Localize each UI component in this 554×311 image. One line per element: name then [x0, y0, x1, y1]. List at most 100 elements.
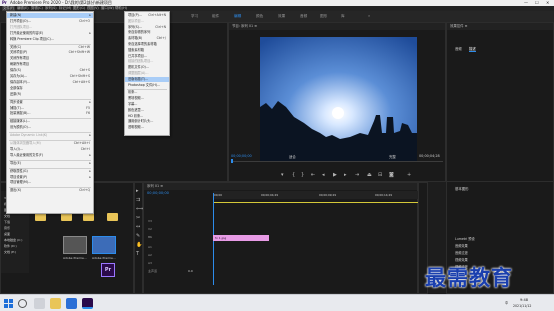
hand-tool-icon[interactable]: ✋ — [136, 243, 142, 248]
effects-item[interactable]: Lumetri 预设 — [455, 236, 475, 241]
tree-item[interactable]: 音乐 — [4, 226, 10, 230]
file-menu-item[interactable]: 打开最近使用的内容(E) ▸ — [7, 31, 93, 36]
workspace-libraries[interactable]: 库 — [341, 14, 345, 19]
file-menu-item[interactable]: Adobe Dynamic Link(K) ▸ — [7, 133, 93, 138]
workspace-more-icon[interactable]: » — [368, 14, 370, 18]
file-menu-item[interactable]: 从媒体浏览器导入(M) Ctrl+Alt+I — [7, 141, 93, 146]
browser-icon[interactable] — [66, 298, 77, 309]
folder-icon[interactable] — [61, 213, 72, 221]
step-back-icon[interactable]: ◂ — [322, 173, 325, 178]
export-frame-icon[interactable]: ◙ — [389, 173, 394, 178]
timeline-clip[interactable]: fx 1.jpg — [213, 235, 269, 241]
new-submenu-item[interactable]: 序列(S)... Ctrl+N — [125, 25, 169, 30]
tab-audio[interactable]: 音频 — [455, 46, 462, 51]
file-menu-item[interactable]: 导入(I)... Ctrl+I — [7, 147, 93, 152]
workspace-effects[interactable]: 效果 — [278, 14, 285, 19]
file-menu-item[interactable]: 设为脱机(O)... — [7, 125, 93, 130]
file-menu-item[interactable]: 另存为(A)... Ctrl+Shift+S — [7, 74, 93, 79]
new-submenu-item[interactable]: 字幕... — [125, 102, 169, 107]
workspace-assembly[interactable]: 组件 — [212, 14, 219, 19]
new-submenu-item[interactable]: 颜色遮罩... — [125, 108, 169, 113]
workspace-editing[interactable]: 编辑 — [234, 14, 241, 19]
effects-item[interactable]: 音频过渡 — [455, 250, 468, 255]
file-menu-item[interactable]: 打开项目(O)... Ctrl+O — [7, 19, 93, 24]
track-header-a2[interactable]: A2 — [148, 253, 216, 258]
file-explorer-icon[interactable] — [50, 298, 61, 309]
file-menu-item[interactable]: 批量捕捉(B)... F6 — [7, 111, 93, 116]
file-menu-item[interactable]: 项目设置(P) ▸ — [7, 175, 93, 180]
scrub-bar[interactable] — [231, 161, 443, 162]
file-menu-item[interactable]: 全部保存 — [7, 86, 93, 91]
playhead[interactable] — [231, 159, 233, 163]
new-submenu-item[interactable]: 透明视频... — [125, 125, 169, 130]
file-menu-item[interactable]: 保存(S) Ctrl+S — [7, 68, 93, 73]
task-view-icon[interactable] — [34, 298, 45, 309]
tree-item[interactable]: 本地磁盘 (C:) — [4, 238, 22, 242]
new-submenu-item[interactable]: 彩条... — [125, 90, 169, 95]
new-submenu-item[interactable]: 调整图层(A)... — [125, 71, 169, 76]
file-menu-item[interactable]: 同步设置 ▸ — [7, 100, 93, 105]
premiere-taskbar-icon[interactable] — [82, 298, 93, 309]
pen-tool-icon[interactable]: ✎ — [136, 234, 140, 239]
file-menu-item[interactable]: 新建(N) ▸ — [7, 13, 93, 18]
type-tool-icon[interactable]: T — [136, 252, 139, 257]
tree-item[interactable]: 桌面 — [4, 232, 10, 236]
new-submenu-item[interactable]: 来自选择项的素材箱 — [125, 42, 169, 47]
track-header-v1[interactable]: V1 — [148, 235, 216, 240]
clock-date[interactable]: 2021/11/12 — [513, 304, 531, 308]
track-header-v2[interactable]: V2 — [148, 227, 216, 232]
selection-tool-icon[interactable]: ▸ — [136, 189, 139, 194]
file-menu-item[interactable]: 项目管理(M)... — [7, 180, 93, 185]
track-header-a1[interactable]: A1 — [148, 245, 216, 250]
file-menu-item[interactable]: 还原(R) — [7, 92, 93, 97]
extract-icon[interactable]: ⊟ — [378, 173, 382, 178]
folder-icon[interactable] — [35, 213, 46, 221]
time-ruler[interactable]: 00;00 00;00;04;29 00;00;09;29 00;00;14;2… — [213, 191, 419, 199]
master-volume[interactable]: 0.0 — [188, 269, 193, 273]
track-header-v3[interactable]: V3 — [148, 219, 216, 224]
folder-icon[interactable] — [107, 213, 118, 221]
slip-tool-icon[interactable]: ↔ — [136, 225, 140, 230]
marker-icon[interactable]: ▾ — [281, 173, 284, 178]
file-menu-item[interactable]: 链接媒体(L)... — [7, 119, 93, 124]
track-select-icon[interactable]: ⇉ — [136, 198, 140, 203]
play-icon[interactable]: ▶ — [333, 173, 337, 178]
tree-item[interactable]: 文档 (E:) — [4, 250, 16, 254]
folder-icon[interactable] — [83, 213, 94, 221]
media-thumbnail[interactable] — [63, 236, 87, 254]
go-to-out-icon[interactable]: ⇥ — [355, 173, 359, 178]
new-submenu-item[interactable]: 旧版标题(T)... — [125, 76, 169, 82]
file-menu-item[interactable]: 导入最近使用的文件(F) ▸ — [7, 153, 93, 158]
add-button-icon[interactable]: + — [407, 173, 411, 178]
tree-item[interactable]: 软件 (D:) — [4, 244, 17, 248]
tab-description[interactable]: 描述 — [469, 46, 476, 52]
search-icon[interactable] — [18, 299, 27, 308]
timecode-current[interactable]: 00;00;00;00 — [231, 154, 252, 158]
file-menu-item[interactable]: 获取属性(G) ▸ — [7, 169, 93, 174]
workspace-graphics[interactable]: 图形 — [320, 14, 327, 19]
new-submenu-item[interactable]: HD 彩条... — [125, 114, 169, 119]
premiere-icon[interactable]: Pr — [101, 263, 115, 277]
workspace-color[interactable]: 颜色 — [256, 14, 263, 19]
clock-time[interactable]: 9:48 — [520, 298, 528, 302]
mark-in-icon[interactable]: { — [292, 173, 295, 178]
file-menu-item[interactable]: 保存副本(Y)... Ctrl+Alt+S — [7, 80, 93, 85]
file-menu-item[interactable]: 关闭(C) Ctrl+W — [7, 45, 93, 50]
new-submenu-item[interactable]: 素材箱(B) Ctrl+/ — [125, 36, 169, 41]
timeline-timecode[interactable]: 00;00;00;00 — [147, 191, 169, 195]
new-submenu-item[interactable]: 项目(P)... Ctrl+Alt+N — [125, 13, 169, 18]
razor-tool-icon[interactable]: ✂ — [136, 216, 140, 221]
windows-start-icon[interactable] — [4, 299, 13, 308]
file-menu-item[interactable]: 导出(E) ▸ — [7, 161, 93, 166]
track-header-a3[interactable]: A3 — [148, 261, 216, 266]
lift-icon[interactable]: ⏏ — [367, 173, 372, 178]
track-header-master[interactable]: 主声道 — [148, 269, 216, 274]
mark-out-icon[interactable]: } — [301, 173, 304, 178]
tree-item[interactable]: 文档 — [4, 214, 10, 218]
fit-dropdown[interactable]: 适合 — [289, 154, 296, 159]
media-thumbnail-selected[interactable] — [92, 236, 116, 254]
new-submenu-item[interactable]: 搜索素材箱 — [125, 48, 169, 53]
new-submenu-item[interactable]: 来自剪辑的序列 — [125, 30, 169, 35]
new-submenu-item[interactable]: 通用倒计时片头... — [125, 119, 169, 124]
new-submenu-item[interactable]: 已共享项目... — [125, 54, 169, 59]
